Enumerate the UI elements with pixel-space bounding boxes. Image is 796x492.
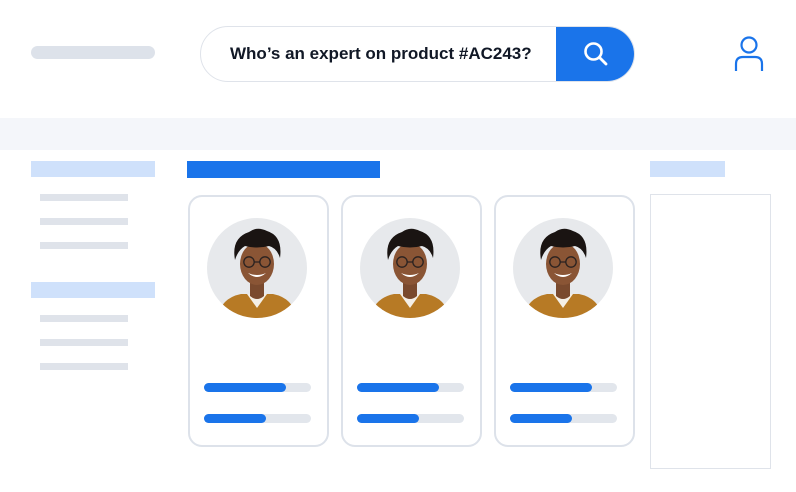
results-heading-bar [187,161,380,178]
sidebar-item[interactable] [40,339,128,346]
avatar [207,218,307,318]
skill-bar-fill [357,383,440,392]
expert-card[interactable] [188,195,329,447]
skill-bar-fill [357,414,420,423]
avatar-image [513,218,613,318]
sidebar-item[interactable] [40,315,128,322]
avatar [513,218,613,318]
sidebar-item[interactable] [40,218,128,225]
search-icon [583,42,607,66]
detail-panel [650,194,771,469]
skill-bar-fill [204,383,287,392]
sidebar-item[interactable] [40,194,128,201]
skill-bar-fill [510,383,593,392]
expert-finder-page: Who’s an expert on product #AC243? [0,0,796,492]
skill-bar-fill [204,414,267,423]
user-icon[interactable] [729,34,769,74]
skill-bar [204,414,311,423]
sidebar-heading [31,161,155,177]
avatar-image [360,218,460,318]
detail-panel-heading [650,161,725,177]
sidebar-item[interactable] [40,363,128,370]
logo-placeholder [31,46,155,59]
search-input[interactable]: Who’s an expert on product #AC243? [230,27,532,80]
expert-card[interactable] [341,195,482,447]
skill-bar [204,383,311,392]
sidebar-heading [31,282,155,298]
avatar [360,218,460,318]
skill-bar [510,383,617,392]
skill-bar-fill [510,414,573,423]
search-button[interactable] [556,27,634,81]
skill-bar [357,383,464,392]
skill-bar [510,414,617,423]
toolbar-band [0,118,796,150]
avatar-image [207,218,307,318]
search-bar: Who’s an expert on product #AC243? [200,26,635,82]
skill-bar [357,414,464,423]
sidebar-item[interactable] [40,242,128,249]
expert-card[interactable] [494,195,635,447]
